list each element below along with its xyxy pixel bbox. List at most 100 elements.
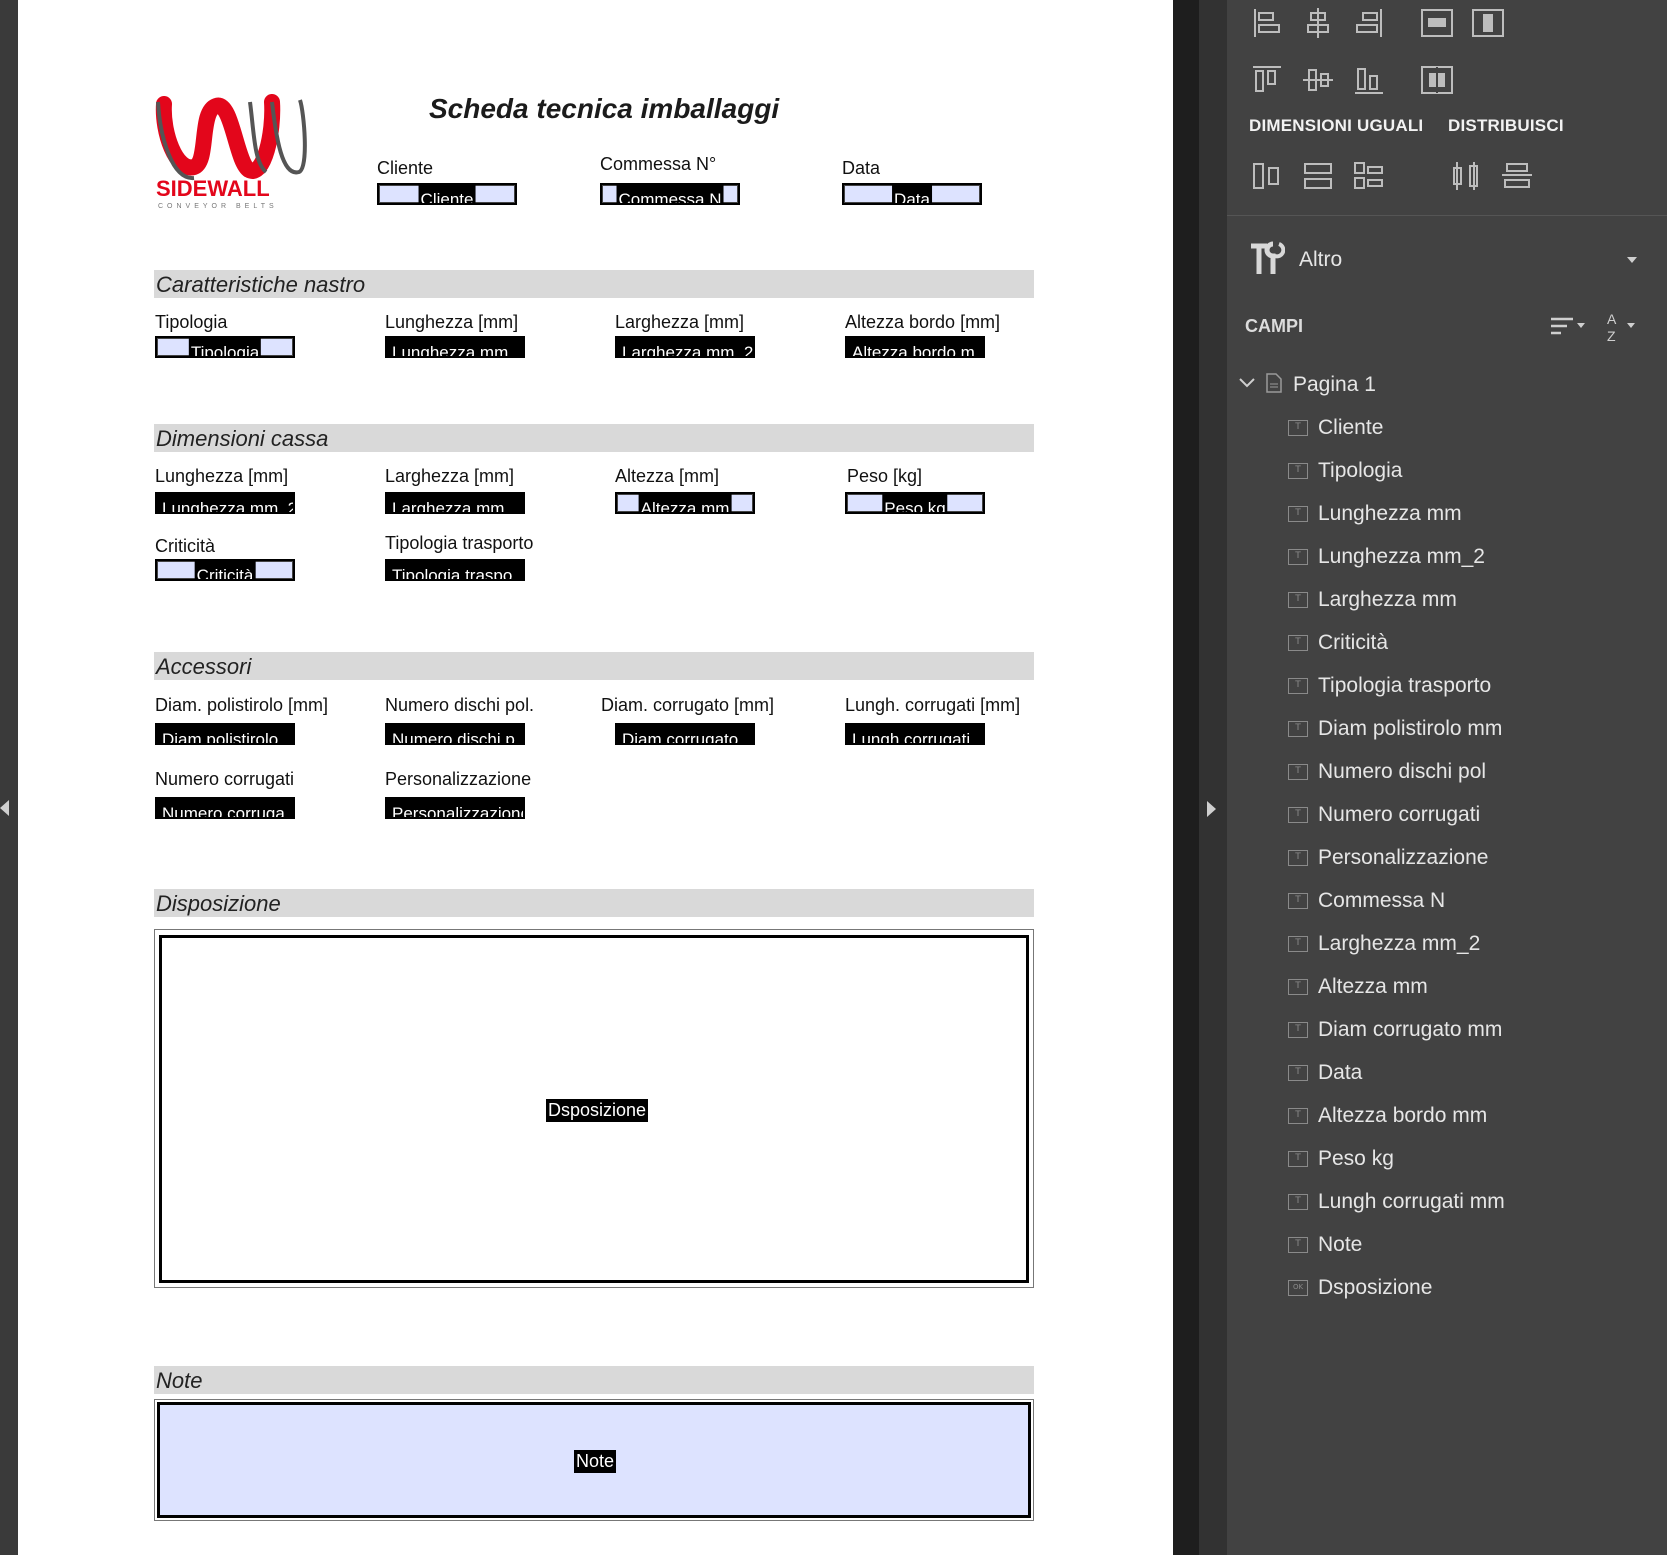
text-field-icon: T [1288,764,1308,780]
tree-item-lungh-corrugati[interactable]: T Lungh corrugati mm [1288,1187,1505,1217]
field-lunghezza-cassa[interactable]: Lunghezza mm_2 [155,492,295,514]
tree-item-data[interactable]: T Data [1288,1058,1362,1088]
tree-item-larghezza-mm[interactable]: T Larghezza mm [1288,585,1457,615]
field-peso[interactable]: Peso kg [845,492,985,514]
sort-az-icon[interactable]: AZ [1605,309,1649,348]
text-field-icon: T [1288,635,1308,651]
equal-height-icon[interactable] [1300,158,1336,194]
collapse-left-icon[interactable] [0,800,9,816]
chevron-down-icon[interactable] [1237,376,1259,395]
tree-page-node[interactable]: Pagina 1 [1237,370,1376,400]
tree-item-commessa-n[interactable]: T Commessa N [1288,886,1445,916]
distribute-title: DISTRIBUISCI [1448,116,1564,135]
section-disposizione: Disposizione [154,889,1034,917]
label-diam-polistirolo: Diam. polistirolo [mm] [155,695,329,715]
tree-item-tipologia-trasporto[interactable]: T Tipologia trasporto [1288,671,1491,701]
tree-item-criticita[interactable]: T Criticità [1288,628,1388,658]
tree-item-altezza-bordo[interactable]: T Altezza bordo mm [1288,1101,1487,1131]
distribute-vertical-icon[interactable] [1499,158,1535,194]
text-field-icon: T [1288,721,1308,737]
more-tools-label: Altro [1299,248,1343,271]
center-horizontal-icon[interactable] [1419,5,1455,41]
tree-item-peso-kg[interactable]: T Peso kg [1288,1144,1394,1174]
tree-item-cliente[interactable]: T Cliente [1288,413,1383,443]
dropdown-caret-icon [1627,257,1637,263]
field-data[interactable]: Data [842,183,982,205]
field-personalizzazione[interactable]: Personalizzazione [385,797,525,819]
equal-both-icon[interactable] [1351,158,1387,194]
field-diam-polistirolo[interactable]: Diam polistirolo [155,723,295,745]
label-cliente: Cliente [377,158,434,178]
align-bottom-icon[interactable] [1351,62,1387,98]
label-lunghezza-nastro: Lunghezza [mm] [385,312,519,332]
tree-item-tipologia[interactable]: T Tipologia [1288,456,1402,486]
tree-item-numero-corrugati[interactable]: T Numero corrugati [1288,800,1480,830]
label-peso: Peso [kg] [847,466,923,486]
label-numero-dischi: Numero dischi pol. [385,695,535,715]
distribute-horizontal-icon[interactable] [1448,158,1484,194]
label-diam-corrugato: Diam. corrugato [mm] [601,695,775,715]
align-center-icon[interactable] [1300,5,1336,41]
svg-text:Z: Z [1607,328,1616,343]
label-tipologia-trasporto: Tipologia trasporto [385,533,534,553]
field-lunghezza-nastro[interactable]: Lunghezza mm [385,336,525,358]
field-tipologia-trasporto[interactable]: Tipologia traspo [385,559,525,581]
field-altezza-cassa[interactable]: Altezza mm [615,492,755,514]
field-numero-dischi[interactable]: Numero dischi p [385,723,525,745]
text-field-icon: T [1288,1108,1308,1124]
center-both-icon[interactable] [1419,62,1455,98]
tree-item-larghezza-mm-2[interactable]: T Larghezza mm_2 [1288,929,1480,959]
label-data: Data [842,158,881,178]
field-numero-corrugati[interactable]: Numero corruga [155,797,295,819]
field-lungh-corrugati[interactable]: Lungh corrugati [845,723,985,745]
field-diam-corrugato[interactable]: Diam corrugato [615,723,755,745]
field-altezza-bordo[interactable]: Altezza bordo m [845,336,985,358]
field-tipologia[interactable]: Tipologia [155,336,295,358]
field-commessa[interactable]: Commessa N [600,183,740,205]
tree-item-altezza-mm[interactable]: T Altezza mm [1288,972,1428,1002]
align-right-icon[interactable] [1351,5,1387,41]
more-tools-dropdown[interactable]: Altro [1247,240,1647,280]
section-dimensioni-cassa: Dimensioni cassa [154,424,1034,452]
section-accessori: Accessori [154,652,1034,680]
align-top-icon[interactable] [1249,62,1285,98]
page-icon [1265,372,1293,399]
tree-item-note[interactable]: T Note [1288,1230,1362,1260]
pane-divider[interactable] [1173,0,1199,1555]
logo-brand: SIDEWALL [156,176,270,201]
label-altezza-bordo: Altezza bordo [mm] [845,312,1001,332]
text-field-icon: T [1288,678,1308,694]
collapse-right-icon[interactable] [1207,801,1216,817]
field-criticita[interactable]: Criticità [155,559,295,581]
label-commessa: Commessa N° [600,154,717,174]
field-larghezza-nastro[interactable]: Larghezza mm_2 [615,336,755,358]
properties-panel: DIMENSIONI UGUALI DISTRIBUISCI Altro CAM… [1227,0,1667,1555]
tree-item-numero-dischi[interactable]: T Numero dischi pol [1288,757,1486,787]
tools-icon [1247,240,1286,283]
text-field-icon: T [1288,463,1308,479]
tree-item-dsposizione[interactable]: OK Dsposizione [1288,1273,1432,1303]
text-field-icon: T [1288,850,1308,866]
equal-width-icon[interactable] [1249,158,1285,194]
text-field-icon: T [1288,592,1308,608]
align-left-icon[interactable] [1249,5,1285,41]
label-lungh-corrugati: Lungh. corrugati [mm] [845,695,1021,715]
center-vertical-icon[interactable] [1470,5,1506,41]
label-personalizzazione: Personalizzazione [385,769,532,789]
tree-item-diam-polistirolo[interactable]: T Diam polistirolo mm [1288,714,1502,744]
text-field-icon: T [1288,893,1308,909]
field-cliente[interactable]: Cliente [377,183,517,205]
align-middle-icon[interactable] [1300,62,1336,98]
sort-order-icon[interactable] [1549,313,1593,344]
logo-tagline: CONVEYOR BELTS [158,203,278,210]
field-larghezza-cassa[interactable]: Larghezza mm [385,492,525,514]
tree-item-lunghezza-mm[interactable]: T Lunghezza mm [1288,499,1462,529]
text-field-icon: T [1288,1151,1308,1167]
tree-item-personalizzazione[interactable]: T Personalizzazione [1288,843,1488,873]
disposizione-field-label: Dsposizione [546,1099,649,1122]
svg-text:A: A [1607,311,1617,327]
tree-item-diam-corrugato[interactable]: T Diam corrugato mm [1288,1015,1502,1045]
text-field-icon: T [1288,979,1308,995]
label-tipologia: Tipologia [155,312,228,332]
tree-item-lunghezza-mm-2[interactable]: T Lunghezza mm_2 [1288,542,1485,572]
